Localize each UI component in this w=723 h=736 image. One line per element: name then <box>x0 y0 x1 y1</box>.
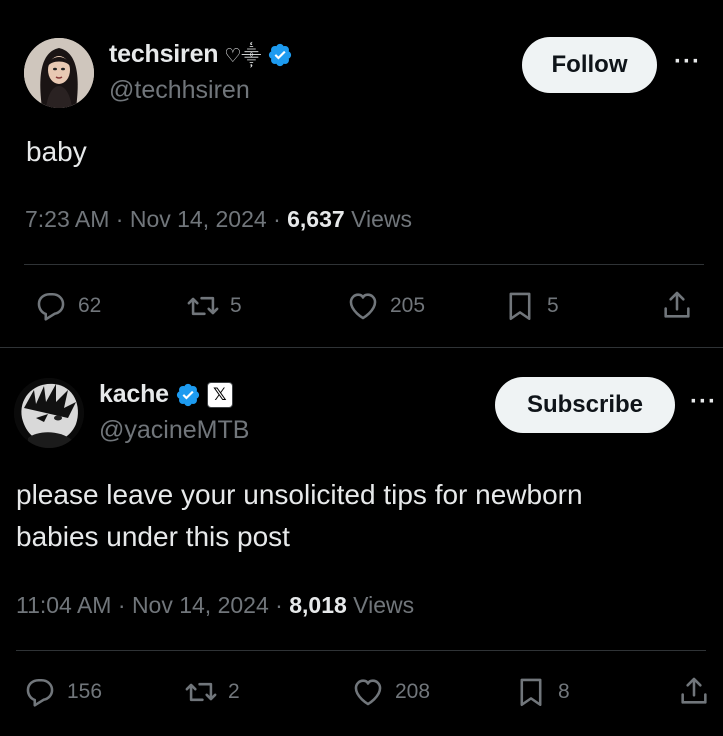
views-count: 8,018 <box>289 592 347 618</box>
reply-icon <box>34 289 68 323</box>
heart-icon <box>346 289 380 323</box>
reply-count: 156 <box>67 680 103 703</box>
like-count: 205 <box>390 294 426 317</box>
bookmark-icon <box>503 289 537 323</box>
repost-button[interactable]: 5 <box>186 289 242 323</box>
avatar[interactable] <box>24 38 94 108</box>
verified-badge-icon[interactable] <box>267 42 293 68</box>
post-meta: 11:04 AM · Nov 14, 2024 · 8,018 Views <box>16 592 414 619</box>
separator: · <box>115 206 124 232</box>
post: kache 𝕏 @yacineMTB Subscribe ··· please … <box>0 348 723 736</box>
share-icon <box>660 288 694 322</box>
bookmark-icon <box>514 675 548 709</box>
verified-badge-icon[interactable] <box>175 382 201 408</box>
separator: · <box>275 592 283 618</box>
reply-button[interactable]: 62 <box>34 289 101 323</box>
heart-icon <box>351 675 385 709</box>
more-options-icon[interactable]: ··· <box>690 388 717 416</box>
post: techsiren ♡⸎ @techhsiren Follow ··· baby… <box>0 0 723 348</box>
follow-button[interactable]: Follow <box>522 37 657 93</box>
post-time[interactable]: 11:04 AM <box>16 592 111 618</box>
avatar[interactable] <box>14 378 84 448</box>
reply-button[interactable]: 156 <box>23 675 102 709</box>
affiliate-badge-icon[interactable]: 𝕏 <box>206 381 233 408</box>
post-date[interactable]: Nov 14, 2024 <box>130 206 267 232</box>
post-text-line: please leave your unsolicited tips for n… <box>16 479 583 510</box>
divider <box>24 264 704 265</box>
views-count: 6,637 <box>287 206 345 232</box>
reply-count: 62 <box>78 294 102 317</box>
repost-count: 5 <box>230 294 242 317</box>
display-name[interactable]: kache <box>99 380 169 409</box>
repost-icon <box>186 289 220 323</box>
post-text: please leave your unsolicited tips for n… <box>16 474 583 558</box>
post-date[interactable]: Nov 14, 2024 <box>132 592 269 618</box>
handle[interactable]: @techhsiren <box>109 76 250 105</box>
bookmark-button[interactable]: 8 <box>514 675 570 709</box>
views-label: Views <box>353 592 415 618</box>
like-button[interactable]: 205 <box>346 289 425 323</box>
display-name[interactable]: techsiren <box>109 40 219 69</box>
repost-button[interactable]: 2 <box>184 675 240 709</box>
post-text: baby <box>26 136 87 167</box>
name-emoji: ♡⸎ <box>224 45 262 67</box>
handle[interactable]: @yacineMTB <box>99 416 249 445</box>
share-button[interactable] <box>660 288 694 322</box>
post-time[interactable]: 7:23 AM <box>25 206 109 232</box>
divider <box>16 650 706 651</box>
reply-icon <box>23 675 57 709</box>
bookmark-count: 8 <box>558 680 570 703</box>
bookmark-button[interactable]: 5 <box>503 289 559 323</box>
like-button[interactable]: 208 <box>351 675 430 709</box>
more-options-icon[interactable]: ··· <box>674 48 701 76</box>
views-label: Views <box>351 206 413 232</box>
share-button[interactable] <box>677 674 711 708</box>
post-text-line: babies under this post <box>16 521 290 552</box>
like-count: 208 <box>395 680 431 703</box>
separator: · <box>273 206 281 232</box>
repost-icon <box>184 675 218 709</box>
subscribe-button[interactable]: Subscribe <box>495 377 675 433</box>
post-meta: 7:23 AM · Nov 14, 2024 · 6,637 Views <box>25 206 412 233</box>
repost-count: 2 <box>228 680 240 703</box>
share-icon <box>677 674 711 708</box>
bookmark-count: 5 <box>547 294 559 317</box>
separator: · <box>117 592 126 618</box>
